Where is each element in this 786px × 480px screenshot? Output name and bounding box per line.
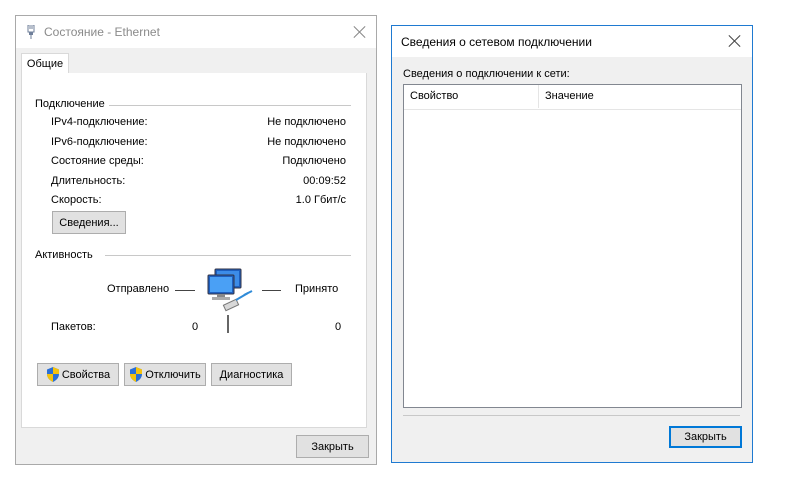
network-computers-icon — [206, 267, 256, 315]
media-state-label: Состояние среды: — [51, 155, 144, 167]
list-header: Свойство Значение — [404, 85, 741, 110]
close-icon[interactable] — [353, 25, 367, 39]
speed-label: Скорость: — [51, 194, 102, 206]
connection-group-title: Подключение — [35, 98, 105, 110]
details-window-titlebar[interactable]: Сведения о сетевом подключении — [392, 26, 752, 57]
properties-button-label: Свойства — [61, 368, 111, 381]
column-header-value[interactable]: Значение — [545, 90, 594, 102]
media-state-value: Подключено — [282, 155, 346, 167]
status-window-title: Состояние - Ethernet — [44, 25, 160, 39]
uac-shield-icon — [46, 367, 59, 382]
duration-label: Длительность: — [51, 175, 126, 187]
column-divider[interactable] — [538, 85, 539, 108]
disable-button-label: Отключить — [145, 368, 201, 381]
close-icon[interactable] — [728, 34, 742, 48]
duration-value: 00:09:52 — [303, 175, 346, 187]
sent-dash — [175, 290, 195, 291]
details-window-title: Сведения о сетевом подключении — [401, 35, 592, 49]
list-caption: Сведения о подключении к сети: — [403, 68, 570, 80]
activity-separator — [227, 315, 229, 333]
tab-general[interactable]: Общие — [21, 53, 69, 74]
column-header-property[interactable]: Свойство — [410, 90, 458, 102]
activity-group-title: Активность — [35, 249, 93, 261]
packets-received-value: 0 — [335, 321, 342, 333]
connection-group-divider — [109, 105, 351, 106]
close-button[interactable]: Закрыть — [296, 435, 369, 458]
packets-sent-value: 0 — [192, 321, 199, 333]
received-label: Принято — [295, 283, 339, 295]
disable-button[interactable]: Отключить — [124, 363, 206, 386]
ipv4-label: IPv4-подключение: — [51, 116, 148, 128]
details-window: Сведения о сетевом подключении Сведения … — [391, 25, 753, 463]
packets-label: Пакетов: — [51, 321, 96, 333]
sent-label: Отправлено — [107, 283, 170, 295]
speed-value: 1.0 Гбит/с — [295, 194, 346, 206]
ethernet-plug-icon — [26, 24, 36, 39]
diagnose-button[interactable]: Диагностика — [211, 363, 292, 386]
status-window-titlebar[interactable]: Состояние - Ethernet — [16, 16, 376, 48]
ipv6-value: Не подключено — [267, 136, 346, 148]
ipv6-label: IPv6-подключение: — [51, 136, 148, 148]
received-dash — [262, 290, 281, 291]
tab-panel-general: Подключение IPv4-подключение: Не подключ… — [21, 73, 367, 428]
details-button-label: Сведения... — [59, 216, 119, 229]
ipv4-value: Не подключено — [267, 116, 346, 128]
status-window: Состояние - Ethernet Общие Подключение I… — [15, 15, 377, 465]
close-button[interactable]: Закрыть — [669, 426, 742, 448]
uac-shield-icon — [130, 367, 143, 382]
close-button-label: Закрыть — [311, 440, 354, 453]
diagnose-button-label: Диагностика — [219, 368, 284, 381]
details-button[interactable]: Сведения... — [52, 211, 126, 234]
bottom-divider — [403, 415, 740, 416]
close-button-label: Закрыть — [684, 431, 727, 443]
details-list[interactable]: Свойство Значение — [403, 84, 742, 408]
properties-button[interactable]: Свойства — [37, 363, 119, 386]
activity-group-divider — [105, 255, 351, 256]
